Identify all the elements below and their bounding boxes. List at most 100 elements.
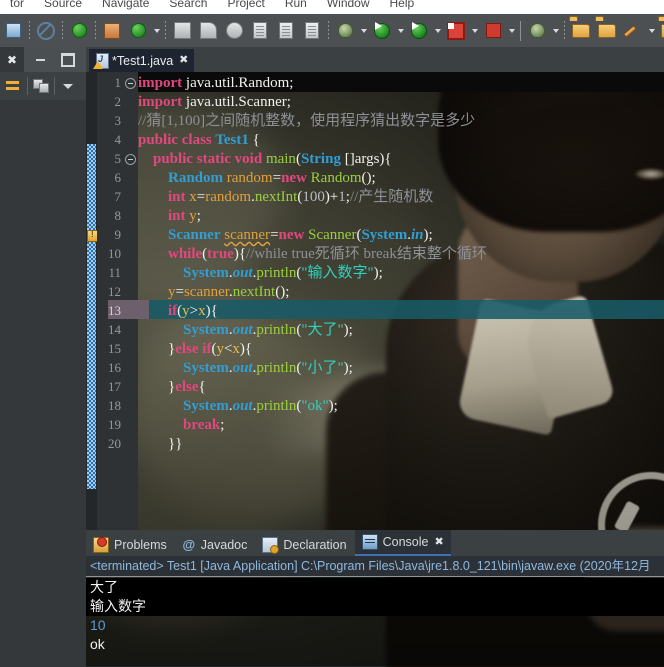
code-token: = — [175, 284, 184, 300]
code-line-18[interactable]: System.out.println("ok"); — [138, 397, 338, 416]
panel-tab-console[interactable]: Console ✖ — [354, 530, 451, 556]
code-line-10[interactable]: while(true){//while true死循环 break结束整个循环 — [138, 245, 487, 264]
debug-config-icon[interactable] — [222, 19, 246, 43]
line-number-12: 12 — [108, 284, 121, 299]
package-presentation-button[interactable] — [27, 72, 54, 100]
step-dropdown[interactable] — [550, 19, 561, 43]
code-line-3[interactable]: //猜[1,100]之间随机整数，使用程序猜出数字是多少 — [138, 112, 475, 131]
code-token: = — [270, 227, 279, 243]
pencil-dropdown[interactable] — [646, 19, 657, 43]
code-token: } — [138, 341, 176, 357]
new-package-icon[interactable] — [100, 19, 124, 43]
menu-item-project[interactable]: Project — [217, 0, 274, 10]
export-icon[interactable] — [248, 19, 272, 43]
run-icon[interactable] — [370, 19, 394, 43]
new-item-icon[interactable] — [1, 19, 25, 43]
code-token: random — [226, 170, 273, 186]
step-icon[interactable] — [525, 19, 549, 43]
code-token: out — [232, 360, 253, 376]
run-dropdown[interactable] — [395, 19, 406, 43]
code-line-7[interactable]: int x=random.nextInt(100)+1;//产生随机数 — [138, 188, 433, 207]
paragraph-icon[interactable] — [300, 19, 324, 43]
close-icon[interactable]: ✖ — [434, 536, 443, 548]
panel-tab-bar: Problems @ Javadoc Declaration Console ✖ — [86, 530, 664, 556]
code-token: int — [168, 208, 186, 224]
code-token: //while true死循环 break结束整个循环 — [246, 246, 487, 262]
close-icon[interactable]: ✖ — [179, 55, 188, 66]
code-line-5[interactable]: public static void main(String []args){ — [138, 150, 392, 169]
terminate-all-dropdown[interactable] — [506, 19, 517, 43]
console-view[interactable]: <terminated> Test1 [Java Application] C:… — [86, 556, 664, 667]
code-line-9[interactable]: Scanner scanner=new Scanner(System.in); — [138, 226, 433, 245]
terminate-all-icon[interactable] — [481, 19, 505, 43]
view-menu-button[interactable] — [54, 72, 81, 100]
code-canvas[interactable]: 1234567891011121314151617181920 import j… — [86, 72, 664, 530]
code-line-4[interactable]: public class Test1 { — [138, 131, 260, 150]
stop-icon[interactable] — [444, 19, 468, 43]
fold-marker-line-1[interactable] — [125, 78, 136, 89]
debug-dropdown[interactable] — [358, 19, 369, 43]
code-token: y — [216, 341, 224, 357]
code-line-15[interactable]: }else if(y<x){ — [138, 340, 252, 359]
table-icon[interactable] — [274, 19, 298, 43]
main-toolbar[interactable] — [0, 14, 664, 48]
run-last-tool-icon[interactable] — [407, 19, 431, 43]
code-line-11[interactable]: System.out.println("输入数字"); — [138, 264, 383, 283]
menu-item-help[interactable]: Help — [380, 0, 425, 10]
code-line-16[interactable]: System.out.println("小了"); — [138, 359, 353, 378]
debug-icon[interactable] — [333, 19, 357, 43]
code-line-19[interactable]: break; — [138, 416, 224, 435]
code-line-12[interactable]: y=scanner.nextInt(); — [138, 283, 289, 302]
line-number-gutter[interactable]: 1 2 3 4 5 6 7 8 9 10 11 12 13 14 15 16 17 18 19 20 — [97, 72, 149, 530]
declaration-icon — [262, 537, 280, 554]
code-line-14[interactable]: System.out.println("大了"); — [138, 321, 353, 340]
code-token: else — [175, 379, 199, 395]
stop-dropdown[interactable] — [469, 19, 480, 43]
menu-item-search[interactable]: Search — [159, 0, 217, 10]
menu-item-source[interactable]: Source — [34, 0, 92, 10]
warning-marker-icon[interactable] — [86, 229, 98, 242]
new-class-dropdown[interactable] — [151, 19, 162, 43]
new-class-icon[interactable] — [126, 19, 150, 43]
line-number-3: 3 — [114, 113, 122, 128]
problems-icon — [93, 537, 109, 553]
change-marker-ruler[interactable] — [86, 72, 98, 530]
code-line-13[interactable]: if(y>x){ — [138, 302, 218, 321]
code-line-8[interactable]: int y; — [138, 207, 201, 226]
console-process-label: <terminated> Test1 [Java Application] C:… — [90, 559, 651, 573]
code-line-6[interactable]: Random random=new Random(); — [138, 169, 376, 188]
code-text[interactable]: import java.util.Random; import java.util… — [138, 72, 664, 530]
code-token: println — [256, 398, 297, 414]
open-resource-icon[interactable] — [595, 19, 619, 43]
menu-item-navigate[interactable]: Navigate — [92, 0, 159, 10]
panel-tab-javadoc[interactable]: @ Javadoc — [175, 534, 255, 556]
terminate-icon[interactable] — [67, 19, 91, 43]
maximize-view-button[interactable] — [56, 47, 80, 72]
code-token: new — [278, 227, 305, 243]
panel-tab-declaration[interactable]: Declaration — [255, 534, 353, 556]
code-line-2[interactable]: import java.util.Scanner; — [138, 93, 291, 112]
clean-icon[interactable] — [196, 19, 220, 43]
menu-item-run[interactable]: Run — [275, 0, 317, 10]
java-file-warning-icon: J — [93, 53, 109, 69]
minimize-view-button[interactable] — [28, 47, 52, 72]
run-last-tool-dropdown[interactable] — [432, 19, 443, 43]
pencil-icon[interactable] — [621, 19, 645, 43]
fold-marker-line-5[interactable] — [125, 154, 136, 165]
code-line-1[interactable]: import java.util.Random; — [138, 74, 293, 93]
code-line-17[interactable]: }else{ — [138, 378, 206, 397]
restore-view-button[interactable]: ✖ — [0, 47, 24, 72]
search-folder-icon[interactable] — [658, 19, 664, 43]
open-type-icon[interactable] — [569, 19, 593, 43]
code-token: 100 — [302, 189, 325, 205]
menu-bar[interactable]: tor Source Navigate Search Project Run Window H… — [0, 0, 664, 14]
link-with-editor-button[interactable] — [0, 72, 27, 100]
skip-breakpoints-icon[interactable] — [34, 19, 58, 43]
menu-item-window[interactable]: Window — [317, 0, 380, 10]
code-line-20[interactable]: }} — [138, 435, 182, 454]
editor-tab-test1-java[interactable]: J *Test1.java ✖ — [89, 49, 195, 74]
build-icon[interactable] — [170, 19, 194, 43]
panel-tab-problems[interactable]: Problems — [86, 534, 174, 556]
menu-item-tor[interactable]: tor — [0, 0, 34, 10]
